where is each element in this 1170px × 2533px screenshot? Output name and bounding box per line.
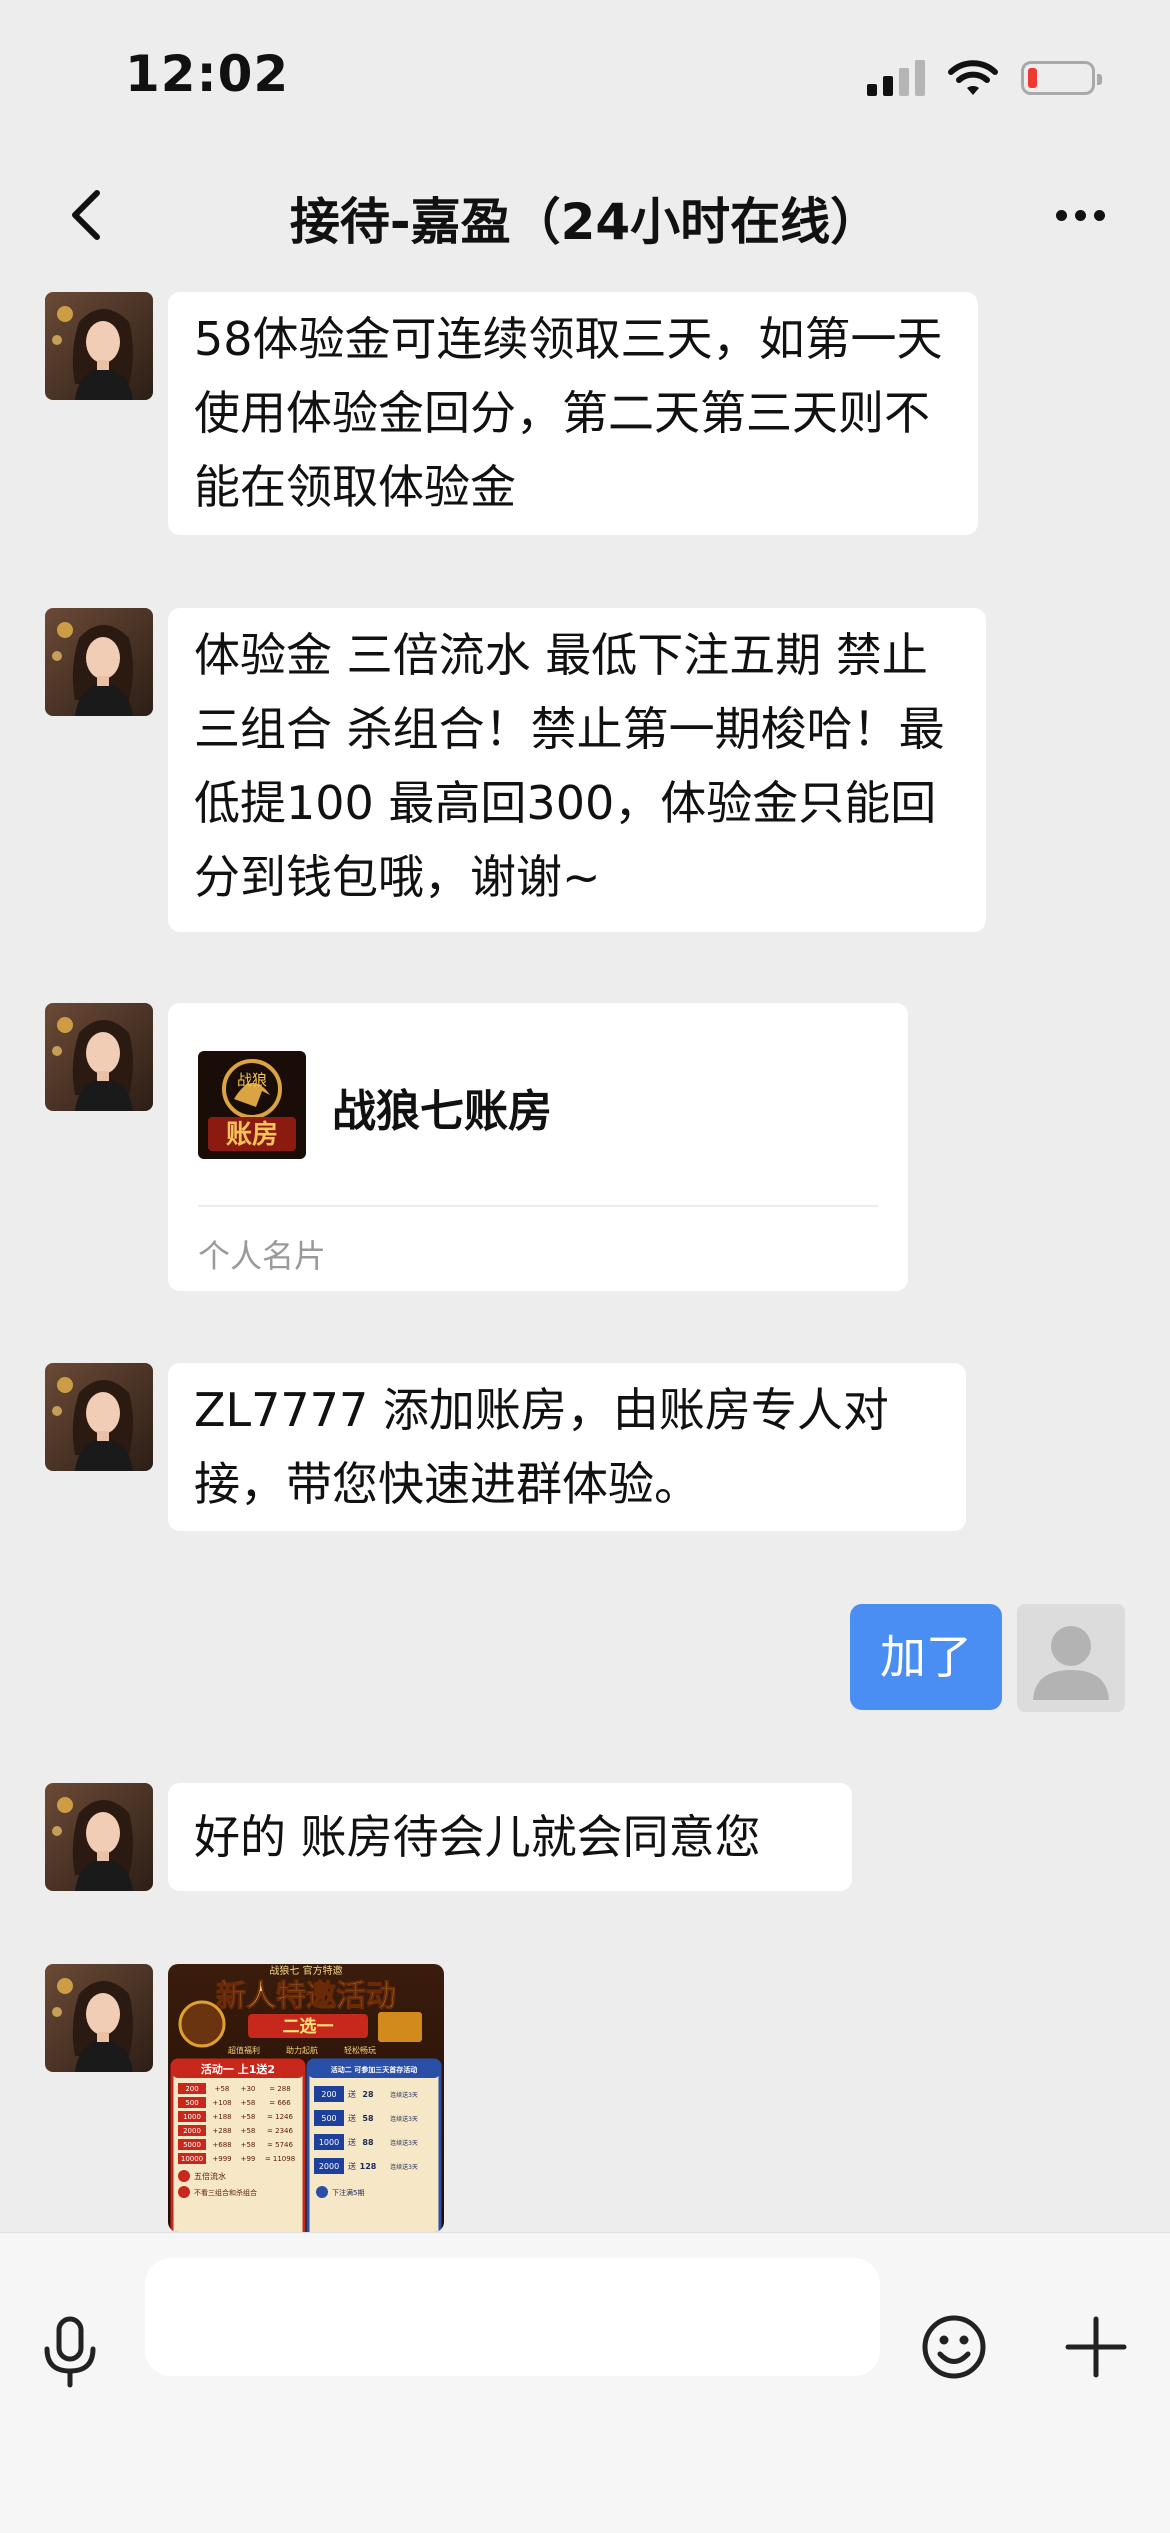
svg-text:二选一: 二选一 [283, 2017, 334, 2037]
svg-text:2000: 2000 [319, 2162, 339, 2171]
svg-text:连续送3天: 连续送3天 [390, 2115, 418, 2123]
chat-header: 接待-嘉盈（24小时在线） [0, 160, 1170, 270]
svg-text:新人特邀活动: 新人特邀活动 [216, 1979, 396, 2014]
svg-text:+688: +688 [212, 2141, 231, 2149]
contact-card-type: 个人名片 [198, 1237, 327, 1275]
message-bubble[interactable]: 好的 账房待会儿就会同意您 [168, 1783, 852, 1891]
status-icons [867, 55, 1102, 100]
svg-text:+30: +30 [241, 2085, 256, 2093]
signal-icon [867, 59, 925, 96]
svg-text:= 1246: = 1246 [267, 2113, 293, 2121]
chat-title: 接待-嘉盈（24小时在线） [289, 193, 881, 251]
svg-text:= 666: = 666 [269, 2099, 291, 2107]
svg-text:送: 送 [348, 2089, 356, 2099]
svg-text:+188: +188 [212, 2113, 231, 2121]
status-time: 12:02 [125, 45, 290, 103]
voice-icon [44, 2316, 96, 2388]
svg-text:账房: 账房 [226, 1120, 278, 1150]
svg-text:下注满5期: 下注满5期 [332, 2188, 364, 2197]
wifi-icon [948, 59, 998, 95]
svg-text:连续送3天: 连续送3天 [390, 2163, 418, 2171]
svg-text:1000: 1000 [183, 2113, 201, 2121]
svg-text:500: 500 [321, 2114, 336, 2123]
contact-card-divider [198, 1205, 878, 1207]
message-bubble[interactable]: 58体验金可连续领取三天，如第一天使用体验金回分，第二天第三天则不能在领取体验金 [168, 292, 978, 535]
voice-button[interactable] [35, 2313, 105, 2393]
svg-text:五倍流水: 五倍流水 [194, 2171, 226, 2181]
agent-avatar[interactable] [45, 608, 153, 716]
svg-text:500: 500 [185, 2099, 198, 2107]
svg-text:+58: +58 [241, 2127, 256, 2135]
svg-text:= 11098: = 11098 [265, 2155, 295, 2163]
svg-text:轻松畅玩: 轻松畅玩 [344, 2045, 376, 2055]
svg-text:+99: +99 [241, 2155, 256, 2163]
svg-text:= 288: = 288 [269, 2085, 290, 2093]
svg-text:连续送3天: 连续送3天 [390, 2091, 418, 2099]
svg-text:活动一 上1送2: 活动一 上1送2 [201, 2062, 275, 2076]
contact-card-name: 战狼七账房 [332, 1086, 552, 1137]
svg-text:= 2346: = 2346 [267, 2127, 293, 2135]
contact-card[interactable]: 账房 战狼 战狼七账房 个人名片 [168, 1003, 908, 1291]
emoji-icon [922, 2315, 986, 2379]
svg-text:+58: +58 [215, 2085, 230, 2093]
plus-icon [1065, 2316, 1127, 2378]
agent-avatar[interactable] [45, 1964, 153, 2072]
more-actions-button[interactable] [1060, 2311, 1132, 2383]
svg-text:+108: +108 [212, 2099, 231, 2107]
svg-text:+58: +58 [241, 2113, 256, 2121]
my-message-bubble[interactable]: 加了 [850, 1604, 1002, 1710]
svg-text:= 5746: = 5746 [267, 2141, 293, 2149]
svg-text:58: 58 [362, 2114, 374, 2123]
svg-text:送: 送 [348, 2137, 356, 2147]
agent-avatar[interactable] [45, 1783, 153, 1891]
message-bubble[interactable]: 体验金 三倍流水 最低下注五期 禁止三组合 杀组合！禁止第一期梭哈！最低提100… [168, 608, 986, 932]
battery-icon [1021, 60, 1102, 95]
status-bar: 12:02 [0, 0, 1170, 150]
svg-text:连续送3天: 连续送3天 [390, 2139, 418, 2147]
svg-text:+999: +999 [212, 2155, 231, 2163]
message-input[interactable] [145, 2258, 880, 2376]
svg-text:+288: +288 [212, 2127, 231, 2135]
svg-text:战狼: 战狼 [237, 1071, 267, 1089]
emoji-button[interactable] [918, 2311, 990, 2383]
agent-avatar[interactable] [45, 292, 153, 400]
svg-text:200: 200 [185, 2085, 198, 2093]
contact-card-logo: 账房 战狼 [198, 1051, 306, 1159]
my-avatar[interactable] [1017, 1604, 1125, 1712]
svg-text:1000: 1000 [319, 2138, 339, 2147]
svg-text:活动二 可参加三天首存活动: 活动二 可参加三天首存活动 [331, 2065, 417, 2074]
svg-text:助力起航: 助力起航 [286, 2045, 318, 2055]
svg-text:送: 送 [348, 2161, 356, 2171]
agent-avatar[interactable] [45, 1003, 153, 1111]
more-button[interactable] [1040, 180, 1120, 250]
svg-text:+58: +58 [241, 2141, 256, 2149]
more-icon [1055, 209, 1105, 221]
message-bubble[interactable]: ZL7777 添加账房，由账房专人对接，带您快速进群体验。 [168, 1363, 966, 1531]
agent-avatar[interactable] [45, 1363, 153, 1471]
input-bar [0, 2232, 1170, 2533]
svg-text:不看三组合和杀组合: 不看三组合和杀组合 [194, 2188, 257, 2197]
svg-text:28: 28 [362, 2090, 374, 2099]
svg-text:200: 200 [321, 2090, 336, 2099]
svg-text:88: 88 [362, 2138, 374, 2147]
svg-text:超值福利: 超值福利 [228, 2045, 260, 2055]
svg-text:128: 128 [360, 2162, 377, 2171]
promo-image[interactable]: 战狼七 官方特邀 新人特邀活动 二选一 超值福利 助力起航 轻松畅玩 活动一 上… [168, 1964, 444, 2232]
svg-text:战狼七 官方特邀: 战狼七 官方特邀 [269, 1964, 342, 1977]
svg-text:送: 送 [348, 2113, 356, 2123]
svg-text:+58: +58 [241, 2099, 256, 2107]
svg-text:2000: 2000 [183, 2127, 201, 2135]
svg-text:10000: 10000 [181, 2155, 203, 2163]
svg-text:5000: 5000 [183, 2141, 201, 2149]
